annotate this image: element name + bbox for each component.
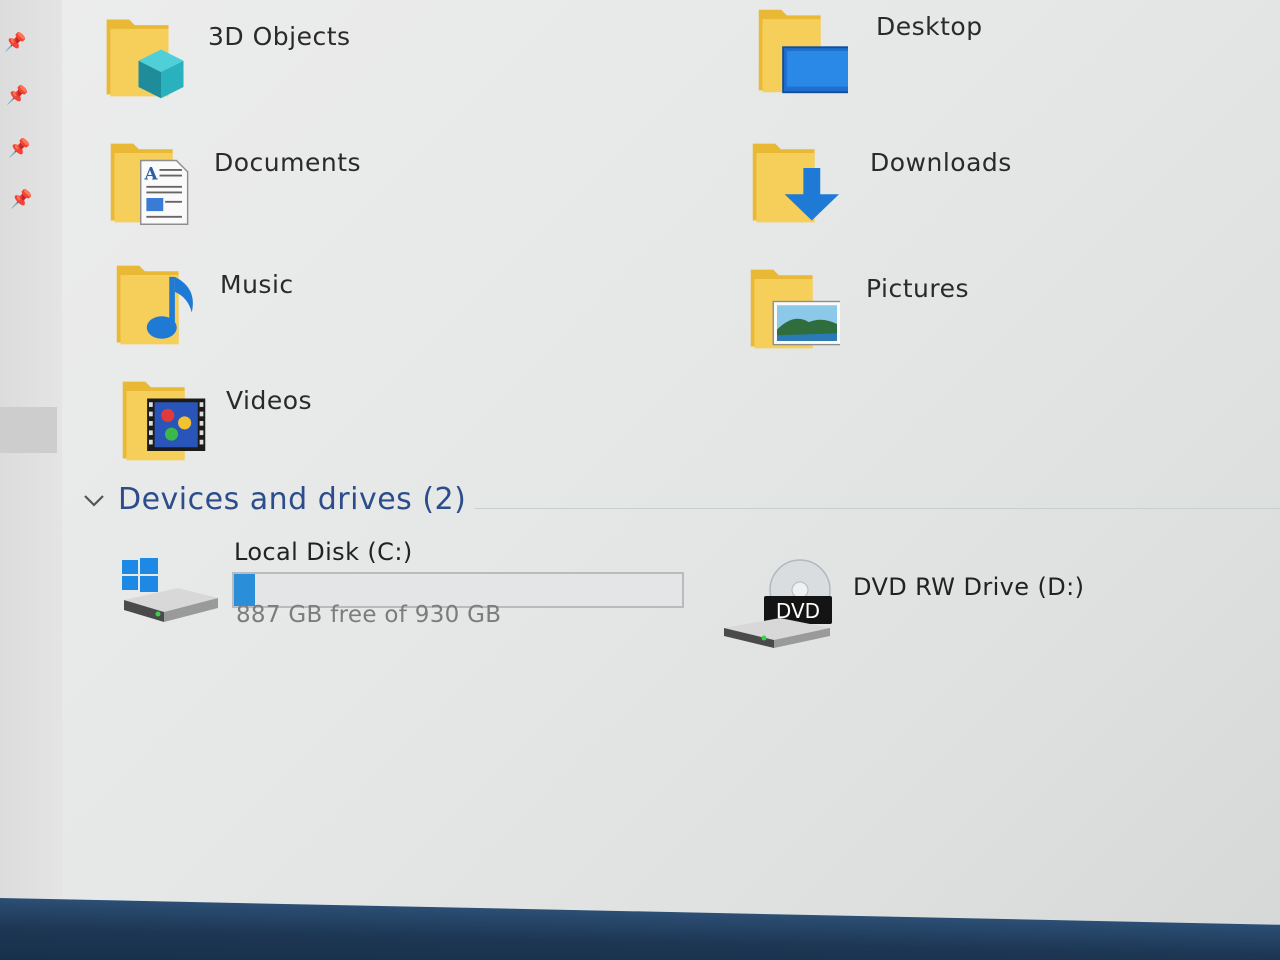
pin-icon[interactable]: 📌 [6,87,28,105]
drive-free-space: 887 GB free of 930 GB [236,602,502,628]
folder-label: Music [220,270,294,299]
folder-downloads[interactable]: Downloads [746,138,1012,228]
documents-folder-icon: A [110,143,189,225]
pictures-folder-icon [750,269,840,349]
section-divider [475,508,1280,509]
folder-label: Documents [214,148,362,177]
folder-label: Videos [226,386,313,415]
drive-name[interactable]: Local Disk (C:) [234,538,413,566]
svg-text:A: A [144,163,159,183]
folder-label: 3D Objects [208,22,351,51]
folder-documents[interactable]: A Documents [104,138,361,228]
music-folder-icon [116,265,193,345]
folder-3d-objects[interactable]: 3D Objects [98,12,351,102]
pin-icon[interactable]: 📌 [10,191,32,209]
devices-and-drives-header[interactable]: Devices and drives (2) [80,482,466,517]
folder-label: Pictures [866,274,969,303]
pin-icon[interactable]: 📌 [4,34,26,52]
folder-label: Downloads [870,148,1012,177]
dvd-drive-icon[interactable]: DVD [720,558,838,650]
desktop-folder-icon [758,9,848,94]
folder-music[interactable]: Music [110,260,294,350]
hard-drive-icon[interactable] [118,538,222,628]
drive-name[interactable]: DVD RW Drive (D:) [853,573,1084,601]
downloads-folder-icon [752,143,839,223]
nav-selected-item[interactable] [0,407,57,453]
folder-videos[interactable]: Videos [116,376,312,466]
chevron-down-icon[interactable] [80,486,108,514]
taskbar [0,898,1280,960]
folder-label: Desktop [876,12,983,41]
pin-icon[interactable]: 📌 [8,140,30,158]
section-title: Devices and drives (2) [118,482,467,517]
videos-folder-icon [122,381,206,461]
folder-desktop[interactable]: Desktop [752,6,983,96]
3d-objects-folder-icon [106,19,184,99]
folder-pictures[interactable]: Pictures [744,264,969,354]
